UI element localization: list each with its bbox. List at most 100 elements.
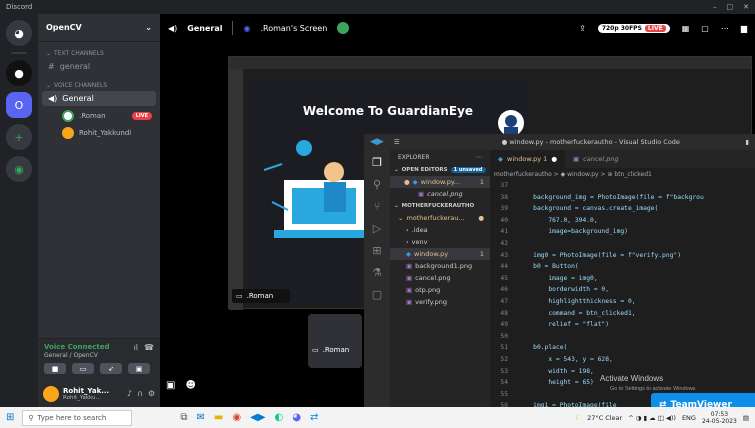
live-badge: LIVE <box>131 112 152 120</box>
category-voice[interactable]: ⌄ VOICE CHANNELS <box>38 82 160 89</box>
clock[interactable]: 07:53 24-05-2023 <box>702 411 737 425</box>
screen-icon: ▭ <box>312 346 319 354</box>
code-line[interactable]: 46 borderwidth = 0, <box>490 284 755 296</box>
open-editor-cancel-png[interactable]: ▣ cancel.png <box>390 188 490 200</box>
minimize-button[interactable]: – <box>713 3 717 11</box>
tree-folder-idea[interactable]: › .idea <box>390 224 490 236</box>
screen-share-button[interactable]: ▭ <box>72 363 94 374</box>
headphones-icon[interactable]: ∩ <box>137 389 143 398</box>
gear-icon[interactable]: ⚙ <box>148 389 155 398</box>
microphone-icon[interactable]: ♪ <box>127 389 132 398</box>
testing-icon[interactable]: ⚗ <box>372 266 382 279</box>
vscode-taskbar-icon[interactable]: ◀▶ <box>250 412 265 423</box>
tree-file-otp[interactable]: ▣ otp.png <box>390 284 490 296</box>
disconnect-icon[interactable]: ☎ <box>144 343 154 359</box>
code-line[interactable]: 48 command = btn_clicked1, <box>490 308 755 320</box>
extensions-icon[interactable]: ⊞ <box>372 244 381 257</box>
edge-icon[interactable]: ◐ <box>275 412 284 423</box>
explore-button[interactable]: ◉ <box>6 156 32 182</box>
mail-icon[interactable]: ✉ <box>197 412 205 423</box>
voice-user-roman[interactable]: .Roman LIVE <box>58 108 156 124</box>
voice-user-rohit[interactable]: Rohit_Yakkundi <box>58 125 156 141</box>
tab-window-py[interactable]: ◆ window.py 1 ● <box>490 150 565 168</box>
breadcrumb[interactable]: motherfuckerautho > ◆ window.py > ⊕ btn_… <box>490 168 755 180</box>
voice-location[interactable]: General / OpenCV <box>44 352 110 359</box>
code-line[interactable]: 51 b0.place( <box>490 342 755 354</box>
tray-icons[interactable]: ^ ◑ ▮ ☁ ◫ ◀)) <box>628 414 676 422</box>
menu-icon[interactable]: ☰ <box>394 138 400 146</box>
code-line[interactable]: 39 background = canvas.create_image( <box>490 203 755 215</box>
code-line[interactable]: 45 image = img0, <box>490 273 755 285</box>
tree-file-verify[interactable]: ▣ verify.png <box>390 296 490 308</box>
remote-explorer-icon[interactable]: ▢ <box>372 288 382 301</box>
code-line[interactable]: 40 767.0, 394.0, <box>490 215 755 227</box>
activity-button[interactable]: ➶ <box>100 363 122 374</box>
code-line[interactable]: 42 <box>490 238 755 250</box>
signal-icon[interactable]: ıl <box>134 343 138 359</box>
tab-cancel-png[interactable]: ▣ cancel.png <box>565 150 627 168</box>
run-debug-icon[interactable]: ▷ <box>373 222 381 235</box>
search-icon[interactable]: ⚲ <box>373 178 381 191</box>
code-line[interactable]: 37 <box>490 180 755 192</box>
tree-root-folder[interactable]: ⌄ motherfuckerau... ● <box>390 212 490 224</box>
discord-taskbar-icon[interactable]: ◕ <box>292 412 301 423</box>
language-indicator[interactable]: ENG <box>682 414 696 422</box>
code-line[interactable]: 44 b0 = Button( <box>490 261 755 273</box>
grid-icon[interactable]: ▦ <box>682 24 690 33</box>
code-line[interactable]: 50 <box>490 331 755 343</box>
category-text[interactable]: ⌄ TEXT CHANNELS <box>38 50 160 57</box>
camera-button[interactable]: ■ <box>44 363 66 374</box>
notification-icon[interactable]: ▤ <box>743 414 749 422</box>
emoji-icon[interactable]: ☻ <box>185 380 195 391</box>
tree-file-background1[interactable]: ▣ background1.png <box>390 260 490 272</box>
streamer-avatar <box>337 22 350 34</box>
channel-general-text[interactable]: # general <box>42 59 156 74</box>
open-editors-header[interactable]: ⌄ OPEN EDITORS 1 unsaved <box>390 164 490 176</box>
code-line[interactable]: 41 image=background_img) <box>490 226 755 238</box>
add-friend-icon[interactable]: ⇪ <box>579 24 586 33</box>
remote-ide-sidebar <box>229 69 243 310</box>
project-header[interactable]: ⌄ MOTHERFUCKERAUTHO <box>390 200 490 212</box>
taskbar-search[interactable]: ⚲ Type here to search <box>22 409 133 426</box>
code-line[interactable]: 47 highlightthickness = 0, <box>490 296 755 308</box>
line-number: 55 <box>500 390 508 398</box>
windows-start-icon[interactable]: ⊞ <box>6 412 14 423</box>
task-view-icon[interactable]: ⧉ <box>180 412 187 423</box>
channel-general-voice[interactable]: ◀) General <box>42 91 156 106</box>
code-text: height = 65) <box>518 379 594 387</box>
tree-file-window-py[interactable]: ◆ window.py 1 <box>390 248 490 260</box>
more-icon[interactable]: ⋯ <box>476 154 482 161</box>
add-server-button[interactable]: + <box>6 124 32 150</box>
close-button[interactable]: ✕ <box>743 3 749 11</box>
more-icon[interactable]: ⋯ <box>721 24 729 33</box>
chat-icon[interactable]: ▆ <box>741 24 747 33</box>
server-icon-opencv[interactable]: O <box>6 92 32 118</box>
file-explorer-icon[interactable]: ▬ <box>214 412 223 423</box>
popout-icon[interactable]: ▣ <box>166 380 175 391</box>
code-text: image = img0, <box>518 274 598 282</box>
tree-file-cancel[interactable]: ▣ cancel.png <box>390 272 490 284</box>
voice-connected-panel: Voice Connected General / OpenCV ıl ☎ ■ … <box>38 338 160 380</box>
soundboard-button[interactable]: ▣ <box>128 363 150 374</box>
discord-home-button[interactable]: ◕ <box>6 20 32 46</box>
layout-icon[interactable]: ▮ <box>745 138 749 146</box>
code-line[interactable]: 49 relief = "flat") <box>490 319 755 331</box>
popout-icon[interactable]: ▢ <box>701 24 709 33</box>
tree-folder-venv[interactable]: › venv <box>390 236 490 248</box>
files-icon[interactable]: ❐ <box>372 156 382 169</box>
chrome-icon[interactable]: ◉ <box>232 412 241 423</box>
server-header[interactable]: OpenCV ⌄ <box>38 14 160 42</box>
source-control-icon[interactable]: ⑂ <box>374 200 381 213</box>
code-line[interactable]: 43 img0 = PhotoImage(file = f"verify.png… <box>490 250 755 262</box>
participant-thumbnail[interactable] <box>308 314 362 368</box>
avatar[interactable] <box>43 385 59 402</box>
code-line[interactable]: 38 background_img = PhotoImage(file = f"… <box>490 192 755 204</box>
stream-tile-roman[interactable]: ▭ .Roman <box>232 289 290 303</box>
teamviewer-taskbar-icon[interactable]: ⇄ <box>310 412 318 423</box>
maximize-button[interactable]: □ <box>727 3 734 11</box>
server-icon-dark[interactable]: ● <box>6 60 32 86</box>
open-editor-window-py[interactable]: ● ◆ window.py... 1 <box>390 176 490 188</box>
weather-text[interactable]: 27°C Clear <box>587 414 622 422</box>
code-line[interactable]: 52 x = 543, y = 628, <box>490 354 755 366</box>
code-editor[interactable]: 37 38 background_img = PhotoImage(file = … <box>490 180 755 407</box>
